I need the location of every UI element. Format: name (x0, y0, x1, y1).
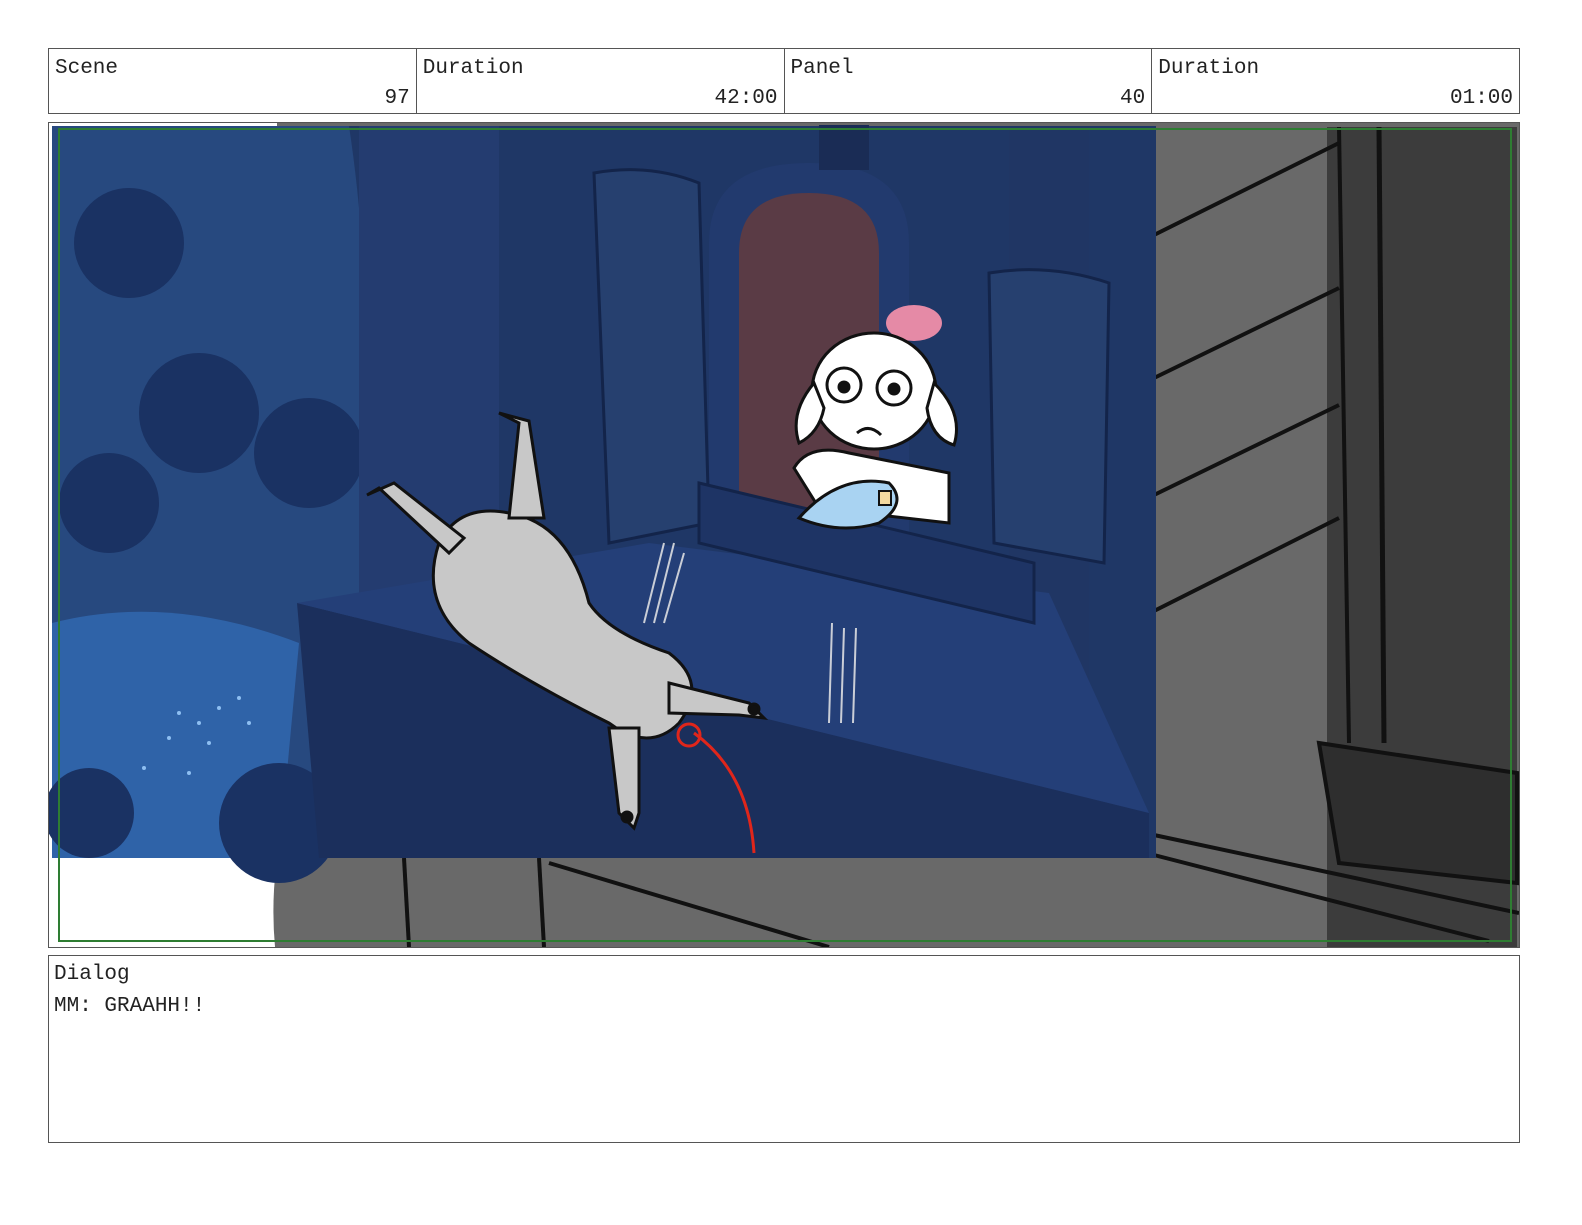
left-shutter (592, 168, 711, 545)
storyboard-panel (48, 122, 1520, 948)
scene-duration-cell: Duration 42:00 (417, 49, 785, 113)
scene-cell: Scene 97 (49, 49, 417, 113)
storyboard-drawing (49, 123, 1519, 947)
panel-label: Panel (790, 57, 854, 80)
panel-cell: Panel 40 (785, 49, 1153, 113)
scene-duration-label: Duration (422, 57, 524, 80)
dialog-box: Dialog MM: GRAAHH!! (48, 955, 1520, 1143)
panel-duration-value: 01:00 (1449, 87, 1513, 110)
scene-duration-value: 42:00 (714, 87, 778, 110)
panel-duration-cell: Duration 01:00 (1152, 49, 1519, 113)
panel-duration-label: Duration (1158, 57, 1260, 80)
dialog-text: MM: GRAAHH!! (54, 995, 206, 1018)
panel-header: Scene 97 Duration 42:00 Panel 40 Duratio… (48, 48, 1520, 114)
scene-label: Scene (55, 57, 119, 80)
dialog-label: Dialog (54, 963, 130, 986)
right-shutter (987, 268, 1111, 565)
scene-number: 97 (384, 87, 410, 110)
panel-number: 40 (1120, 87, 1146, 110)
